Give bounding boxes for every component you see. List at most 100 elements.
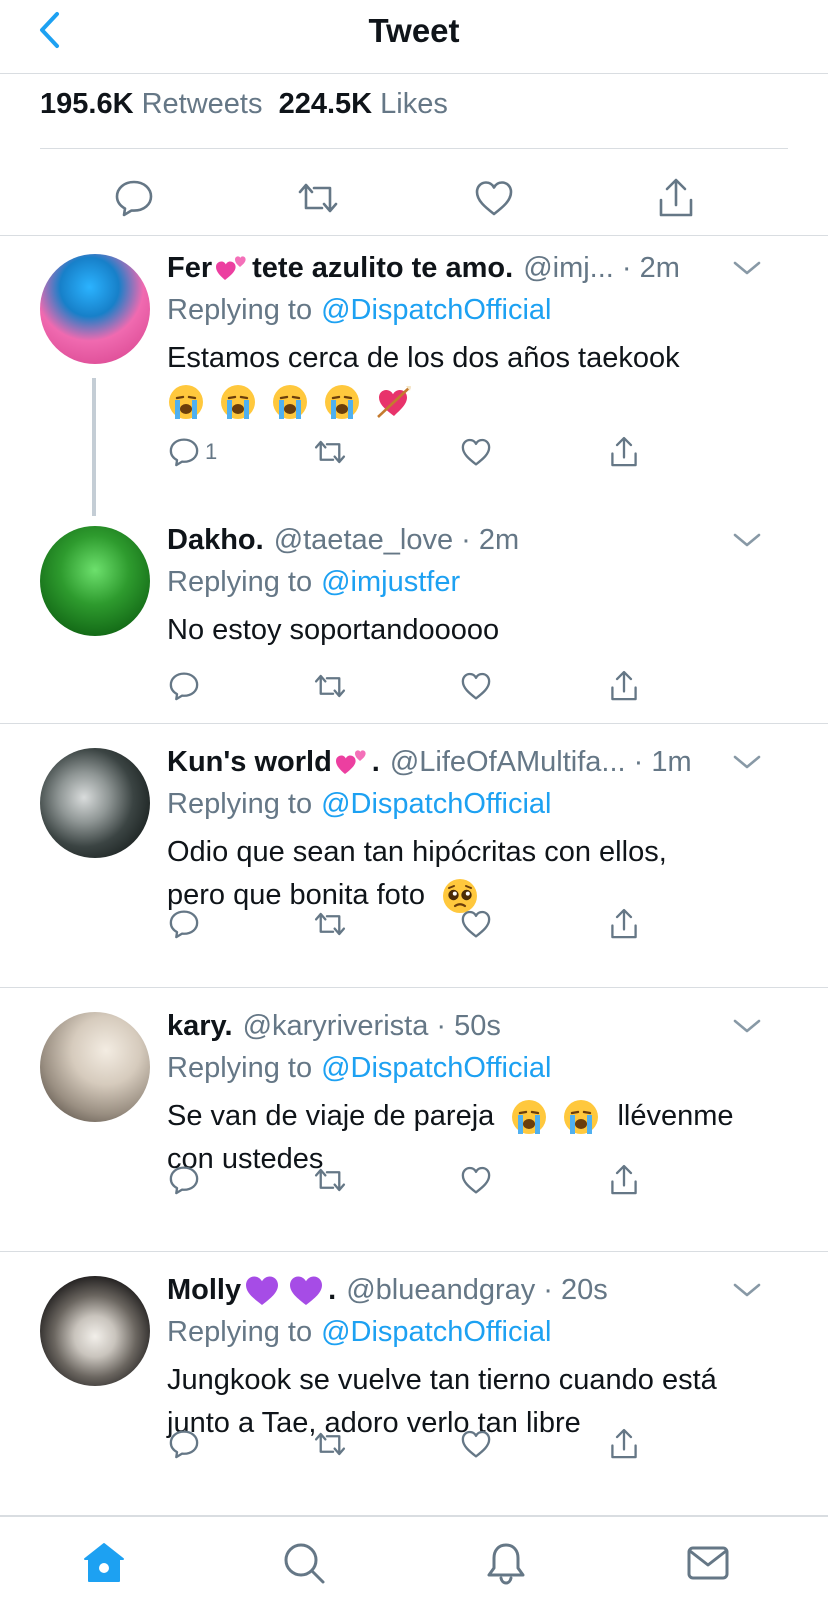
retweet-button[interactable]: [311, 1160, 349, 1200]
share-icon: [659, 178, 693, 217]
retweet-icon: [314, 1168, 346, 1192]
reply-tweet[interactable]: Dakho. @taetae_love · 2m Replying to @im…: [0, 500, 828, 724]
likes-label[interactable]: Likes: [380, 88, 448, 120]
tab-messages[interactable]: [682, 1537, 734, 1589]
display-name-suffix[interactable]: .: [328, 1274, 336, 1307]
avatar[interactable]: [40, 526, 150, 636]
retweet-button[interactable]: [311, 666, 349, 706]
like-button[interactable]: [459, 666, 493, 706]
chevron-down-icon[interactable]: [730, 749, 764, 775]
like-button[interactable]: [459, 904, 493, 944]
search-icon: [284, 1543, 325, 1584]
reply-icon: [169, 1166, 199, 1195]
avatar[interactable]: [40, 1276, 150, 1386]
heart-icon: [461, 672, 491, 700]
share-button[interactable]: [607, 1424, 641, 1464]
tweet-text-line: llévenme: [617, 1100, 734, 1132]
display-name[interactable]: kary.: [167, 1010, 233, 1043]
purple-heart-icon: [290, 1276, 323, 1305]
replying-to-link[interactable]: @DispatchOfficial: [321, 788, 551, 821]
like-button[interactable]: [468, 172, 520, 224]
retweet-icon: [314, 912, 346, 936]
messages-icon: [687, 1546, 729, 1580]
top-bar: Tweet: [0, 0, 828, 74]
replying-to-label: Replying to: [167, 565, 313, 598]
retweet-icon: [314, 674, 346, 698]
display-name[interactable]: Dakho.: [167, 524, 264, 557]
avatar[interactable]: [40, 1012, 150, 1122]
display-name[interactable]: Molly: [167, 1274, 241, 1307]
avatar[interactable]: [40, 254, 150, 364]
like-button[interactable]: [459, 1160, 493, 1200]
tweet-actions: [167, 1160, 687, 1200]
reply-icon: [115, 180, 153, 217]
purple-heart-icon: [246, 1276, 279, 1305]
likes-count[interactable]: 224.5K: [279, 88, 373, 120]
share-button[interactable]: [650, 172, 702, 224]
share-button[interactable]: [607, 1160, 641, 1200]
share-button[interactable]: [607, 432, 641, 472]
replying-to-link[interactable]: @DispatchOfficial: [321, 1052, 551, 1085]
replying-to-label: Replying to: [167, 1051, 313, 1084]
reply-button[interactable]: [167, 1160, 201, 1200]
share-button[interactable]: [607, 666, 641, 706]
display-name-suffix[interactable]: tete azulito te amo.: [252, 252, 513, 285]
display-name[interactable]: Kun's world: [167, 746, 332, 779]
replying-to: Replying to @DispatchOfficial: [167, 1311, 788, 1353]
share-icon: [611, 436, 637, 467]
heart-icon: [461, 1430, 491, 1458]
share-button[interactable]: [607, 904, 641, 944]
tweet-header: Fer tete azulito te amo. @imj... · 2m: [167, 247, 788, 289]
loudly-crying-face-icon: [564, 1100, 599, 1135]
display-name[interactable]: Fer: [167, 252, 212, 285]
replying-to-link[interactable]: @DispatchOfficial: [321, 294, 551, 327]
reply-button[interactable]: [167, 1424, 201, 1464]
share-icon: [611, 908, 637, 939]
retweet-button[interactable]: [292, 172, 344, 224]
replying-to-label: Replying to: [167, 293, 313, 326]
retweets-count[interactable]: 195.6K: [40, 88, 134, 120]
tab-notifications[interactable]: [480, 1537, 532, 1589]
handle-time: @karyriverista · 50s: [242, 1009, 501, 1042]
retweet-button[interactable]: [311, 432, 349, 472]
reply-button[interactable]: [167, 904, 201, 944]
tab-home[interactable]: [78, 1537, 130, 1589]
reply-tweet[interactable]: Molly . @blueandgray · 20s Replying to @…: [0, 1252, 828, 1516]
tab-search[interactable]: [278, 1537, 330, 1589]
avatar[interactable]: [40, 748, 150, 858]
chevron-down-icon[interactable]: [730, 527, 764, 553]
tweet-actions: [167, 666, 687, 706]
bottom-tab-bar: [0, 1516, 828, 1614]
reply-tweet[interactable]: kary. @karyriverista · 50s Replying to @…: [0, 988, 828, 1252]
tweet-text-line: Jungkook se vuelve tan tierno cuando est…: [167, 1364, 717, 1396]
retweet-button[interactable]: [311, 904, 349, 944]
notifications-icon: [487, 1543, 525, 1585]
heart-icon: [461, 910, 491, 938]
retweets-label[interactable]: Retweets: [142, 88, 263, 120]
chevron-down-icon[interactable]: [730, 255, 764, 281]
tweet-header: Dakho. @taetae_love · 2m: [167, 519, 788, 561]
chevron-down-icon[interactable]: [730, 1013, 764, 1039]
replying-to: Replying to @DispatchOfficial: [167, 289, 788, 331]
page-title: Tweet: [368, 12, 460, 49]
reply-button[interactable]: [108, 172, 160, 224]
heart-icon: [475, 181, 513, 216]
home-icon: [84, 1543, 124, 1582]
loudly-crying-face-icon: [221, 385, 256, 420]
reply-tweet[interactable]: Kun's world . @LifeOfAMultifa... · 1m Re…: [0, 724, 828, 988]
like-button[interactable]: [459, 432, 493, 472]
display-name-suffix[interactable]: .: [372, 746, 380, 779]
two-hearts-icon: [216, 256, 246, 280]
like-button[interactable]: [459, 1424, 493, 1464]
replying-to-link[interactable]: @imjustfer: [321, 566, 460, 599]
retweet-button[interactable]: [311, 1424, 349, 1464]
reply-tweet[interactable]: Fer tete azulito te amo. @imj... · 2m Re…: [0, 236, 828, 500]
chevron-down-icon[interactable]: [730, 1277, 764, 1303]
replying-to-link[interactable]: @DispatchOfficial: [321, 1316, 551, 1349]
reply-button[interactable]: [167, 666, 201, 706]
tweet-actions: [167, 904, 687, 944]
divider: [40, 148, 788, 149]
reply-button[interactable]: 1: [167, 432, 217, 472]
emoji-row: [167, 385, 416, 420]
loudly-crying-face-icon: [273, 385, 308, 420]
